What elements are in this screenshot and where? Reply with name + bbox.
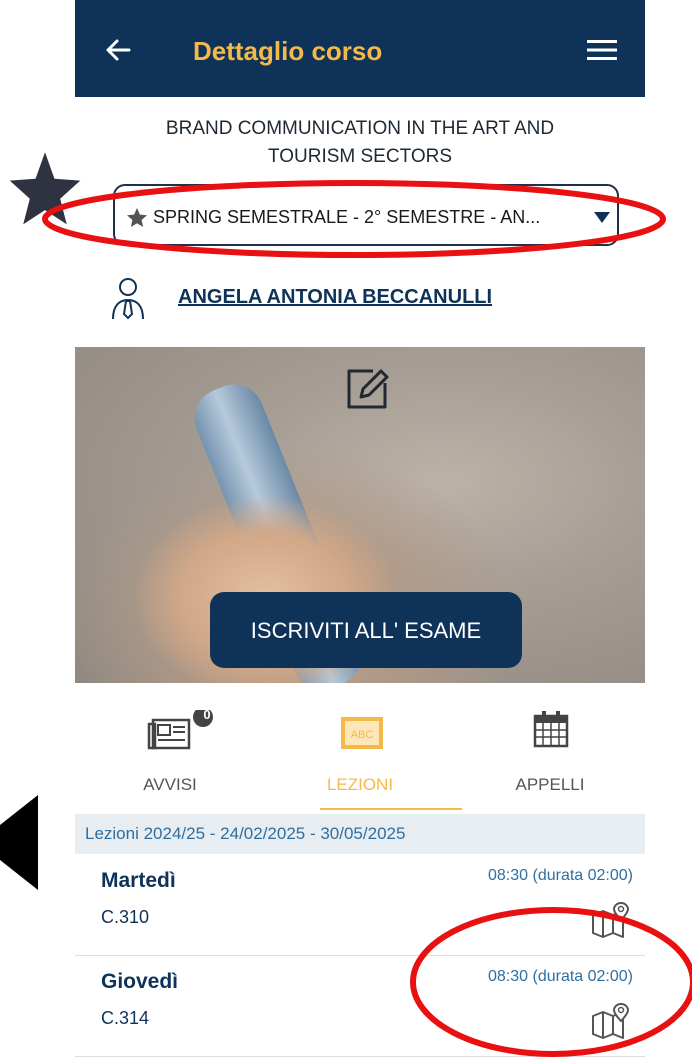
annotation-arrow-shape — [0, 795, 38, 890]
tab-avvisi[interactable]: 0 AVVISI — [75, 700, 265, 810]
annotation-star-icon — [6, 147, 84, 228]
calendar-icon — [533, 711, 569, 748]
lessons-period-header: Lezioni 2024/25 - 24/02/2025 - 30/05/202… — [75, 814, 645, 854]
lesson-row[interactable]: Martedì C.310 08:30 (durata 02:00) — [75, 855, 645, 956]
active-tab-indicator — [320, 808, 462, 810]
chevron-down-icon[interactable] — [593, 210, 611, 224]
top-app-bar: Dettaglio corso — [75, 0, 645, 97]
lesson-day: Martedì — [101, 869, 176, 892]
tab-appelli[interactable]: APPELLI — [455, 700, 645, 810]
course-hero-image: ISCRIVITI ALL' ESAME — [75, 347, 645, 683]
lesson-room: C.310 — [101, 907, 150, 927]
abc-board-icon: ABC — [341, 717, 383, 749]
lesson-time: 08:30 (durata 02:00) — [488, 867, 633, 884]
course-title: BRAND COMMUNICATION IN THE ART AND TOURI… — [75, 115, 645, 171]
tab-appelli-label: APPELLI — [515, 775, 585, 794]
session-dropdown-value: SPRING SEMESTRALE - 2° SEMESTRE - AN... — [153, 207, 541, 227]
session-dropdown[interactable]: SPRING SEMESTRALE - 2° SEMESTRE - AN... — [113, 184, 619, 246]
star-icon[interactable] — [125, 206, 149, 230]
person-tie-icon — [112, 278, 144, 320]
lesson-row[interactable]: Giovedì C.314 08:30 (durata 02:00) — [75, 956, 645, 1057]
exam-register-button[interactable]: ISCRIVITI ALL' ESAME — [210, 592, 522, 668]
lesson-day: Giovedì — [101, 970, 179, 993]
map-pin-icon[interactable] — [591, 901, 631, 939]
app-screen: Dettaglio corso BRAND COMMUNICATION IN T… — [75, 0, 645, 1061]
tab-lezioni-label: LEZIONI — [326, 775, 394, 794]
notification-badge: 0 — [203, 707, 211, 722]
course-title-line2: TOURISM SECTORS — [267, 146, 453, 167]
teacher-link[interactable]: ANGELA ANTONIA BECCANULLI — [178, 286, 492, 309]
course-title-line1: BRAND COMMUNICATION IN THE ART AND — [165, 118, 555, 139]
lesson-room: C.314 — [101, 1008, 150, 1028]
lesson-time: 08:30 (durata 02:00) — [488, 968, 633, 985]
back-arrow-icon[interactable] — [99, 30, 139, 70]
hamburger-menu-icon[interactable] — [587, 38, 617, 62]
tab-avvisi-label: AVVISI — [143, 775, 197, 794]
edit-icon[interactable] — [343, 365, 391, 413]
map-pin-icon[interactable] — [591, 1002, 631, 1040]
tab-lezioni[interactable]: ABC LEZIONI — [265, 700, 455, 810]
page-title: Dettaglio corso — [193, 36, 383, 66]
svg-text:ABC: ABC — [351, 729, 374, 741]
